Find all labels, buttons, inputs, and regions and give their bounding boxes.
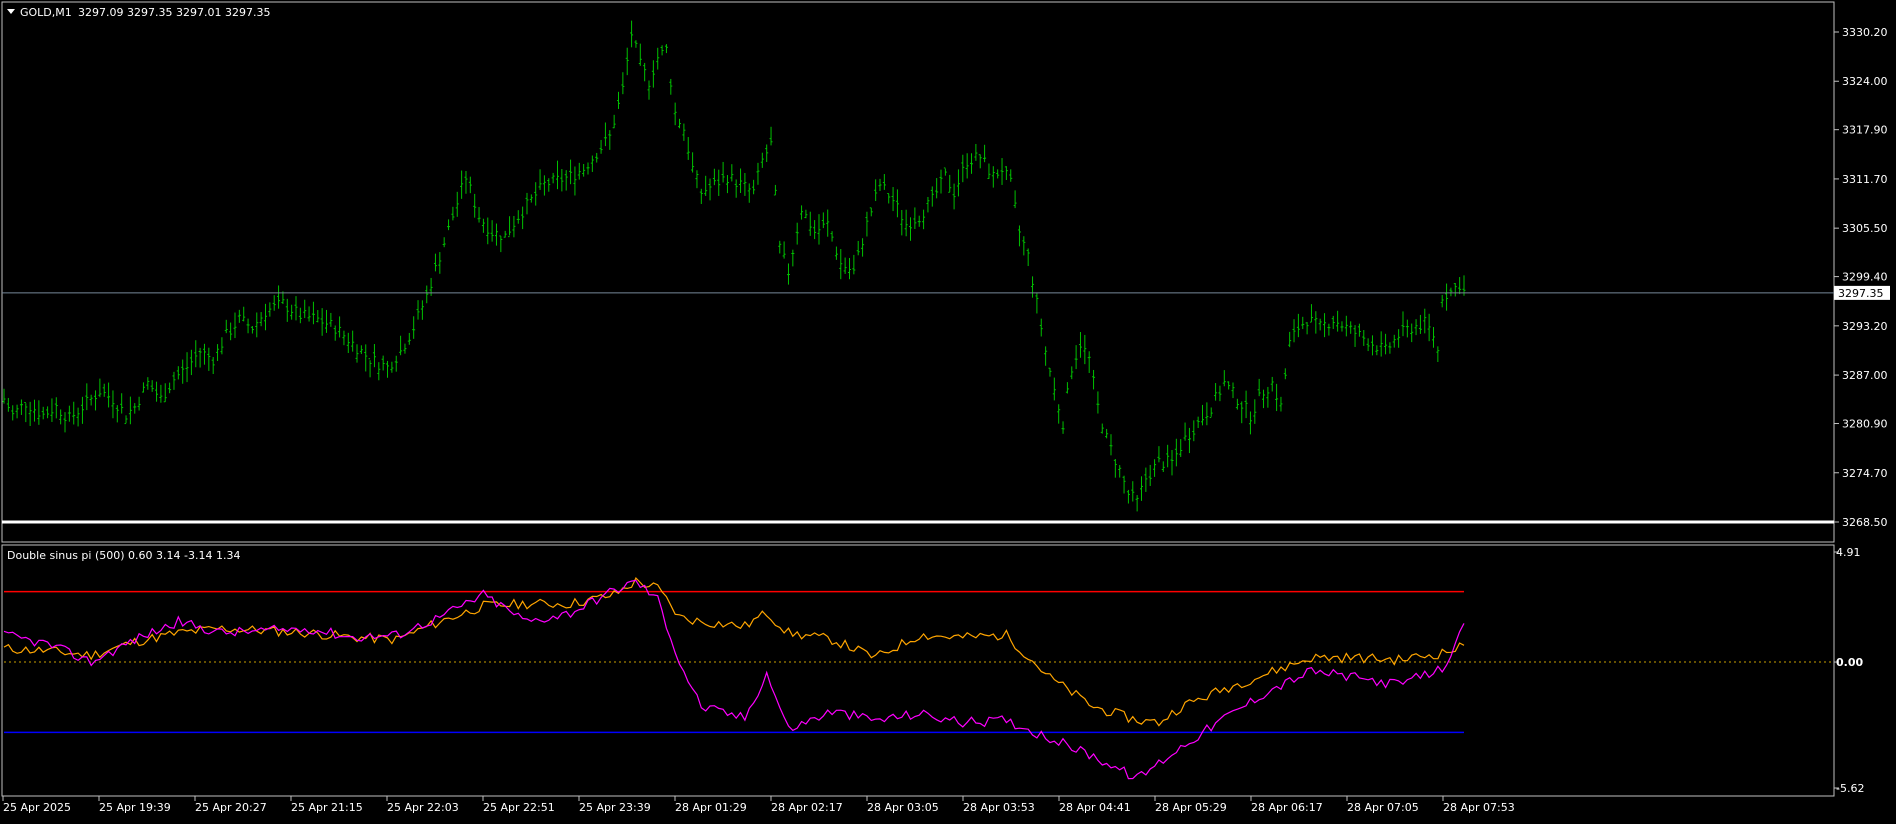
price-tick-label: 3280.90 (1842, 418, 1888, 431)
price-tick-label: 3317.90 (1842, 124, 1888, 137)
indicator-tick-label: 4.91 (1836, 546, 1861, 559)
symbol-label: GOLD,M1 (20, 6, 72, 19)
time-tick-label: 28 Apr 07:05 (1347, 801, 1419, 814)
time-tick-label: 25 Apr 22:51 (483, 801, 555, 814)
price-tick-label: 3268.50 (1842, 516, 1888, 529)
current-price-badge: 3297.35 (1834, 285, 1890, 300)
price-tick-label: 3311.70 (1842, 173, 1888, 186)
chart-canvas[interactable]: 3330.20 3324.00 3317.90 3311.70 3305.50 3299.… (0, 0, 1896, 820)
price-tick-label: 3274.70 (1842, 467, 1888, 480)
time-tick-label: 25 Apr 20:27 (195, 801, 267, 814)
symbol-header[interactable]: GOLD,M1 3297.09 3297.35 3297.01 3297.35 (7, 6, 270, 19)
price-tick-label: 3287.00 (1842, 369, 1888, 382)
time-tick-label: 28 Apr 03:05 (867, 801, 939, 814)
time-tick-label: 28 Apr 05:29 (1155, 801, 1227, 814)
time-tick-label: 25 Apr 19:39 (99, 801, 171, 814)
price-tick-label: 3324.00 (1842, 75, 1888, 88)
time-tick-label: 25 Apr 2025 (3, 801, 71, 814)
chart-background (0, 0, 1896, 820)
ohlc-readout: 3297.09 3297.35 3297.01 3297.35 (78, 6, 270, 19)
indicator-tick-label: 0.00 (1836, 656, 1863, 669)
svg-text:3297.35: 3297.35 (1838, 287, 1884, 300)
chart-window[interactable]: 3330.20 3324.00 3317.90 3311.70 3305.50 3299.… (0, 0, 1896, 820)
price-tick-label: 3293.20 (1842, 320, 1888, 333)
time-tick-label: 25 Apr 23:39 (579, 801, 651, 814)
indicator-header: Double sinus pi (500) 0.60 3.14 -3.14 1.… (7, 549, 240, 562)
time-tick-label: 28 Apr 03:53 (963, 801, 1035, 814)
price-tick-label: 3299.40 (1842, 271, 1888, 284)
time-tick-label: 28 Apr 04:41 (1059, 801, 1131, 814)
time-tick-label: 28 Apr 07:53 (1443, 801, 1515, 814)
time-tick-label: 25 Apr 21:15 (291, 801, 363, 814)
time-tick-label: 28 Apr 02:17 (771, 801, 843, 814)
price-tick-label: 3305.50 (1842, 222, 1888, 235)
time-tick-label: 25 Apr 22:03 (387, 801, 459, 814)
indicator-tick-label: -5.62 (1836, 782, 1864, 795)
price-tick-label: 3330.20 (1842, 26, 1888, 39)
time-tick-label: 28 Apr 01:29 (675, 801, 747, 814)
time-tick-label: 28 Apr 06:17 (1251, 801, 1323, 814)
